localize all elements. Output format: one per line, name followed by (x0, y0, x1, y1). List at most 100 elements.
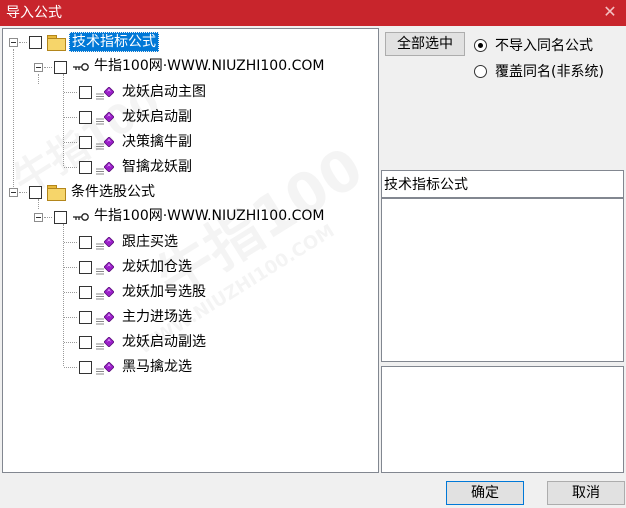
tree-line (64, 142, 77, 143)
publisher-label: 牛指100网·WWW.NIUZHI100.COM (94, 208, 325, 224)
formula-label: 龙妖加号选股 (122, 284, 206, 300)
close-icon[interactable]: ✕ (600, 2, 620, 22)
tree-group-technical[interactable]: 技术指标公式 (3, 32, 373, 52)
formula-label: 龙妖启动副选 (122, 334, 206, 350)
radio-skip-label: 不导入同名公式 (495, 38, 593, 54)
formula-item[interactable]: 跟庄买选 (3, 232, 373, 252)
group-label[interactable]: 技术指标公式 (69, 32, 159, 52)
tree-line (64, 267, 77, 268)
tree-line (64, 292, 77, 293)
formula-item[interactable]: 龙妖加号选股 (3, 282, 373, 302)
radio-overwrite-indicator[interactable] (474, 64, 487, 78)
collapse-icon[interactable] (9, 38, 18, 47)
formula-checkbox[interactable] (79, 336, 92, 349)
select-all-button[interactable]: 全部选中 (385, 32, 465, 56)
connector-icon (96, 164, 104, 175)
publisher-checkbox[interactable] (54, 211, 67, 224)
connector-icon (96, 114, 104, 125)
formula-checkbox[interactable] (79, 261, 92, 274)
cancel-button[interactable]: 取消 (547, 481, 625, 505)
category-panel: 技术指标公式 (381, 170, 624, 198)
formula-gem-icon (104, 337, 114, 347)
formula-gem-icon (104, 87, 114, 97)
tree-line (64, 92, 77, 93)
formula-gem-icon (104, 137, 114, 147)
formula-checkbox[interactable] (79, 361, 92, 374)
formula-gem-icon (104, 237, 114, 247)
formula-checkbox[interactable] (79, 86, 92, 99)
formula-label: 黑马擒龙选 (122, 359, 192, 375)
formula-item[interactable]: 决策擒牛副 (3, 132, 373, 152)
formula-checkbox[interactable] (79, 111, 92, 124)
ok-button[interactable]: 确定 (446, 481, 524, 505)
formula-item[interactable]: 智擒龙妖副 (3, 157, 373, 177)
key-icon (73, 62, 89, 72)
tree-publisher-row[interactable]: 牛指100网·WWW.NIUZHI100.COM (3, 57, 373, 77)
formula-gem-icon (104, 112, 114, 122)
key-icon (73, 212, 89, 222)
formula-label: 智擒龙妖副 (122, 159, 192, 175)
extra-info-panel[interactable] (381, 366, 624, 473)
folder-icon (47, 185, 66, 201)
formula-label: 龙妖启动副 (122, 109, 192, 125)
tree-line (64, 367, 77, 368)
formula-item[interactable]: 黑马擒龙选 (3, 357, 373, 377)
connector-icon (96, 89, 104, 100)
connector-icon (96, 339, 104, 350)
tree-line (64, 167, 77, 168)
radio-skip-same-name[interactable]: 不导入同名公式 (474, 35, 593, 55)
collapse-icon[interactable] (34, 63, 43, 72)
connector-icon (96, 239, 104, 250)
formula-checkbox[interactable] (79, 236, 92, 249)
tree-line (44, 217, 52, 218)
connector-icon (96, 314, 104, 325)
formula-item[interactable]: 龙妖启动副 (3, 107, 373, 127)
formula-checkbox[interactable] (79, 286, 92, 299)
radio-skip-indicator[interactable] (474, 38, 487, 52)
publisher-checkbox[interactable] (54, 61, 67, 74)
formula-item[interactable]: 龙妖加仓选 (3, 257, 373, 277)
tree-line (44, 67, 52, 68)
formula-gem-icon (104, 162, 114, 172)
formula-label: 龙妖启动主图 (122, 84, 206, 100)
window-title: 导入公式 (6, 5, 62, 21)
formula-checkbox[interactable] (79, 311, 92, 324)
formula-label: 主力进场选 (122, 309, 192, 325)
formula-gem-icon (104, 312, 114, 322)
radio-overwrite-label: 覆盖同名(非系统) (495, 64, 604, 80)
description-panel[interactable] (381, 198, 624, 362)
tree-group-screening[interactable]: 条件选股公式 (3, 182, 373, 202)
tree-line (19, 192, 27, 193)
formula-label: 跟庄买选 (122, 234, 178, 250)
title-bar: 导入公式 ✕ (0, 0, 626, 26)
connector-icon (96, 364, 104, 375)
tree-line (64, 242, 77, 243)
connector-icon (96, 264, 104, 275)
group-checkbox[interactable] (29, 36, 42, 49)
tree-line (64, 117, 77, 118)
formula-tree[interactable]: 牛指100 WWW.NIUZHI100.COM 牛指100 技术指标公式 牛指1… (2, 28, 379, 473)
formula-gem-icon (104, 262, 114, 272)
formula-item[interactable]: 主力进场选 (3, 307, 373, 327)
collapse-icon[interactable] (34, 213, 43, 222)
formula-checkbox[interactable] (79, 161, 92, 174)
tree-line (64, 342, 77, 343)
connector-icon (96, 139, 104, 150)
group-label[interactable]: 条件选股公式 (71, 183, 155, 201)
tree-line (64, 317, 77, 318)
radio-overwrite-same-name[interactable]: 覆盖同名(非系统) (474, 61, 604, 81)
category-text: 技术指标公式 (384, 177, 468, 193)
formula-gem-icon (104, 287, 114, 297)
formula-item[interactable]: 龙妖启动副选 (3, 332, 373, 352)
collapse-icon[interactable] (9, 188, 18, 197)
connector-icon (96, 289, 104, 300)
formula-label: 龙妖加仓选 (122, 259, 192, 275)
formula-checkbox[interactable] (79, 136, 92, 149)
formula-item[interactable]: 龙妖启动主图 (3, 82, 373, 102)
formula-label: 决策擒牛副 (122, 134, 192, 150)
tree-publisher-row[interactable]: 牛指100网·WWW.NIUZHI100.COM (3, 207, 373, 227)
group-checkbox[interactable] (29, 186, 42, 199)
publisher-label: 牛指100网·WWW.NIUZHI100.COM (94, 58, 325, 74)
formula-gem-icon (104, 362, 114, 372)
folder-icon (47, 35, 66, 51)
